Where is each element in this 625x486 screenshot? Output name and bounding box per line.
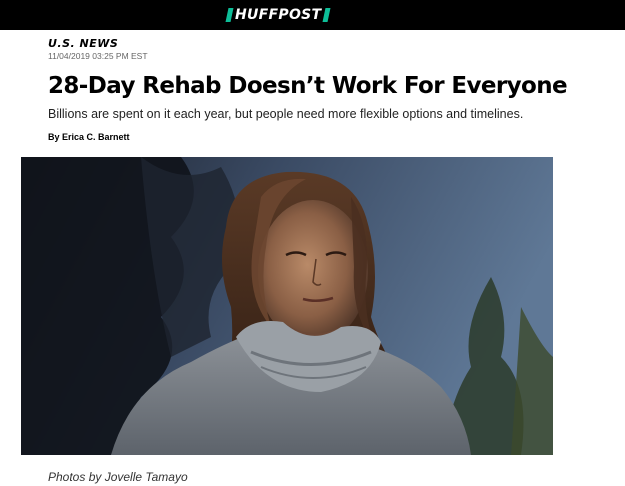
timestamp: 11/04/2019 03:25 PM EST — [48, 51, 148, 61]
logo-text: HUFFPOST — [235, 7, 322, 23]
section-label[interactable]: U.S. NEWS — [48, 37, 118, 50]
top-bar: HUFFPOST — [0, 0, 625, 30]
byline[interactable]: By Erica C. Barnett — [48, 132, 130, 142]
logo-right-bar — [322, 8, 331, 22]
subheadline: Billions are spent on it each year, but … — [48, 107, 524, 121]
photo-credit: Photos by Jovelle Tamayo — [48, 470, 188, 484]
huffpost-logo[interactable]: HUFFPOST — [225, 7, 331, 23]
lead-photo — [21, 157, 553, 455]
headline: 28-Day Rehab Doesn’t Work For Everyone — [48, 73, 568, 99]
